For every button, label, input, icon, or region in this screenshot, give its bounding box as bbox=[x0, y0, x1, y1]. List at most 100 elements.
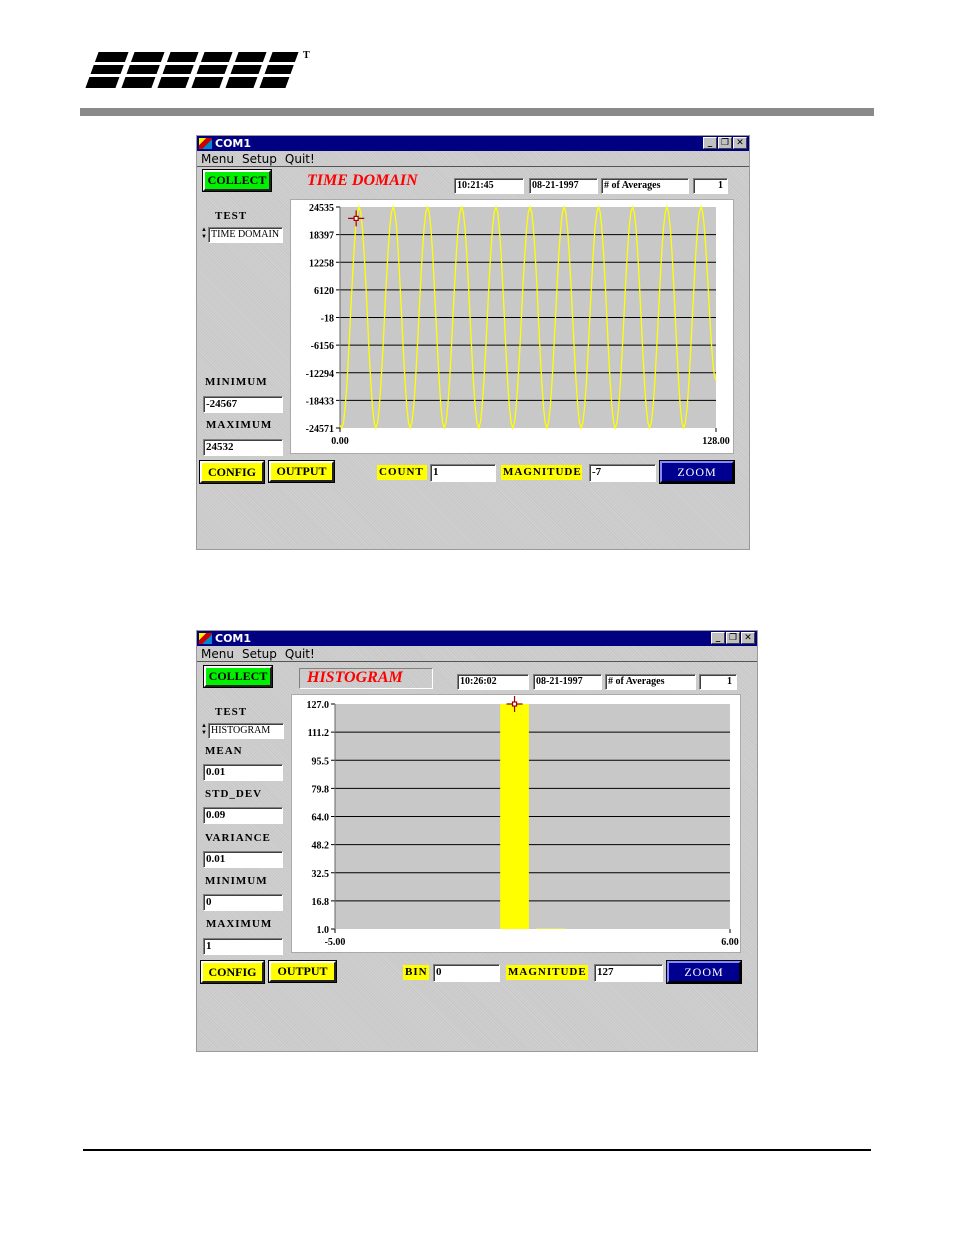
x-tick-label: 128.00 bbox=[702, 436, 730, 447]
magnitude-field[interactable]: 127 bbox=[594, 964, 663, 982]
y-tick-label: 48.2 bbox=[312, 841, 330, 852]
x-tick-label: 0.00 bbox=[331, 436, 349, 447]
close-button[interactable]: ✕ bbox=[733, 137, 747, 149]
y-tick-label: 32.5 bbox=[312, 869, 330, 880]
spinner-arrows-icon[interactable]: ▲ ▼ bbox=[200, 723, 208, 739]
y-tick-label: 111.2 bbox=[308, 728, 329, 739]
test-selector[interactable]: ▲ ▼ TIME DOMAIN bbox=[200, 227, 283, 243]
app-window: COM1 _ ❐ ✕ Menu Setup Quit! COLLECT HISTOGRAM 10:… bbox=[196, 630, 758, 1052]
y-tick-label: -6156 bbox=[311, 341, 334, 352]
histogram-bar bbox=[500, 704, 529, 929]
averages-label-field: # of Averages bbox=[605, 674, 696, 690]
averages-label-field: # of Averages bbox=[601, 178, 689, 194]
config-button[interactable]: CONFIG bbox=[199, 460, 265, 484]
minimize-button[interactable]: _ bbox=[703, 137, 717, 149]
x-tick-label: -5.00 bbox=[325, 937, 346, 948]
cursor-box bbox=[353, 215, 359, 222]
menu-item-quit[interactable]: Quit! bbox=[285, 151, 315, 166]
window-controls: _ ❐ ✕ bbox=[703, 137, 747, 149]
y-tick-label: -18433 bbox=[306, 396, 334, 407]
y-tick-label: 1.0 bbox=[317, 925, 330, 936]
zoom-button[interactable]: ZOOM bbox=[666, 960, 742, 984]
stat-value-variance: 0.01 bbox=[203, 851, 283, 868]
readout1-label: BIN bbox=[403, 965, 429, 980]
magnitude-label: MAGNITUDE bbox=[506, 965, 588, 980]
histogram-bar bbox=[536, 928, 565, 929]
menu-item-setup[interactable]: Setup bbox=[242, 151, 277, 166]
footer-rule bbox=[83, 1149, 871, 1151]
menu-item-menu[interactable]: Menu bbox=[201, 151, 234, 166]
spinner-arrows-icon[interactable]: ▲ ▼ bbox=[200, 227, 208, 243]
chart-title: TIME DOMAIN bbox=[307, 172, 418, 189]
stat-label-maximum: MAXIMUM bbox=[206, 918, 273, 930]
menu-bar: Menu Setup Quit! bbox=[197, 646, 757, 662]
y-tick-label: 79.8 bbox=[312, 784, 330, 795]
stat-label-minimum: MINIMUM bbox=[205, 875, 268, 887]
test-selector[interactable]: ▲ ▼ HISTOGRAM bbox=[200, 723, 284, 739]
menu-bar: Menu Setup Quit! bbox=[197, 151, 749, 167]
y-tick-label: 64.0 bbox=[312, 813, 330, 824]
magnitude-label: MAGNITUDE bbox=[501, 465, 582, 480]
magnitude-field[interactable]: -7 bbox=[589, 464, 656, 482]
stat-label-maximum: MAXIMUM bbox=[206, 419, 273, 431]
y-tick-label: 95.5 bbox=[312, 756, 330, 767]
stat-value-maximum: 24532 bbox=[203, 439, 283, 456]
test-value[interactable]: HISTOGRAM bbox=[208, 723, 284, 739]
crystal-logo: TM bbox=[80, 50, 310, 88]
stat-label-variance: VARIANCE bbox=[205, 832, 271, 844]
averages-field[interactable]: 1 bbox=[693, 178, 728, 194]
chart: 24535 18397 12258 6120 -18 -6156 -12294 -18433 -… bbox=[290, 199, 734, 454]
y-tick-label: 127.0 bbox=[307, 700, 330, 711]
stat-value-std-dev: 0.09 bbox=[203, 807, 283, 824]
y-tick-label: -24571 bbox=[306, 424, 334, 435]
window-controls: _ ❐ ✕ bbox=[711, 632, 755, 644]
minimize-button[interactable]: _ bbox=[711, 632, 725, 644]
collect-button[interactable]: COLLECT bbox=[202, 169, 272, 192]
time-field: 10:26:02 bbox=[457, 674, 529, 690]
averages-field[interactable]: 1 bbox=[699, 674, 737, 690]
y-tick-label: -12294 bbox=[306, 369, 334, 380]
test-label: TEST bbox=[215, 210, 248, 222]
y-tick-label: 16.8 bbox=[312, 897, 330, 908]
readout1-field[interactable]: 0 bbox=[433, 964, 500, 982]
title-bar: COM1 _ ❐ ✕ bbox=[197, 136, 749, 151]
time-field: 10:21:45 bbox=[454, 178, 524, 194]
chart: 127.0 111.2 95.5 79.8 64.0 48.2 32.5 16.8 1.0-5.… bbox=[291, 694, 741, 953]
stat-value-mean: 0.01 bbox=[203, 764, 283, 781]
app-icon bbox=[199, 633, 212, 644]
header-rule bbox=[80, 108, 874, 116]
stat-label-mean: MEAN bbox=[205, 745, 243, 757]
stat-label-std-dev: STD_DEV bbox=[205, 788, 263, 800]
y-tick-label: 24535 bbox=[309, 203, 334, 214]
app-window: COM1 _ ❐ ✕ Menu Setup Quit! COLLECT TIME DOMAIN 1… bbox=[196, 135, 750, 550]
output-button[interactable]: OUTPUT bbox=[268, 960, 337, 983]
menu-item-menu[interactable]: Menu bbox=[201, 646, 234, 661]
close-button[interactable]: ✕ bbox=[741, 632, 755, 644]
readout1-field[interactable]: 1 bbox=[430, 464, 496, 482]
window-title: COM1 bbox=[215, 137, 252, 150]
stat-value-minimum: -24567 bbox=[203, 396, 283, 413]
zoom-button[interactable]: ZOOM bbox=[659, 460, 735, 484]
y-tick-label: 12258 bbox=[309, 258, 334, 269]
y-tick-label: 6120 bbox=[314, 286, 334, 297]
restore-button[interactable]: ❐ bbox=[726, 632, 740, 644]
title-bar: COM1 _ ❐ ✕ bbox=[197, 631, 757, 646]
x-tick-label: 6.00 bbox=[721, 937, 739, 948]
collect-button[interactable]: COLLECT bbox=[203, 665, 273, 688]
date-field: 08-21-1997 bbox=[529, 178, 598, 194]
stat-value-minimum: 0 bbox=[203, 894, 283, 911]
stat-label-minimum: MINIMUM bbox=[205, 376, 268, 388]
restore-button[interactable]: ❐ bbox=[718, 137, 732, 149]
date-field: 08-21-1997 bbox=[533, 674, 602, 690]
cursor-box bbox=[511, 701, 518, 707]
output-button[interactable]: OUTPUT bbox=[268, 460, 335, 483]
stat-value-maximum: 1 bbox=[203, 938, 283, 955]
y-tick-label: -18 bbox=[321, 314, 334, 325]
readout1-label: COUNT bbox=[377, 465, 427, 480]
config-button[interactable]: CONFIG bbox=[200, 960, 265, 984]
window-title: COM1 bbox=[215, 632, 252, 645]
menu-item-quit[interactable]: Quit! bbox=[285, 646, 315, 661]
menu-item-setup[interactable]: Setup bbox=[242, 646, 277, 661]
test-value[interactable]: TIME DOMAIN bbox=[208, 227, 283, 243]
y-tick-label: 18397 bbox=[309, 231, 334, 242]
